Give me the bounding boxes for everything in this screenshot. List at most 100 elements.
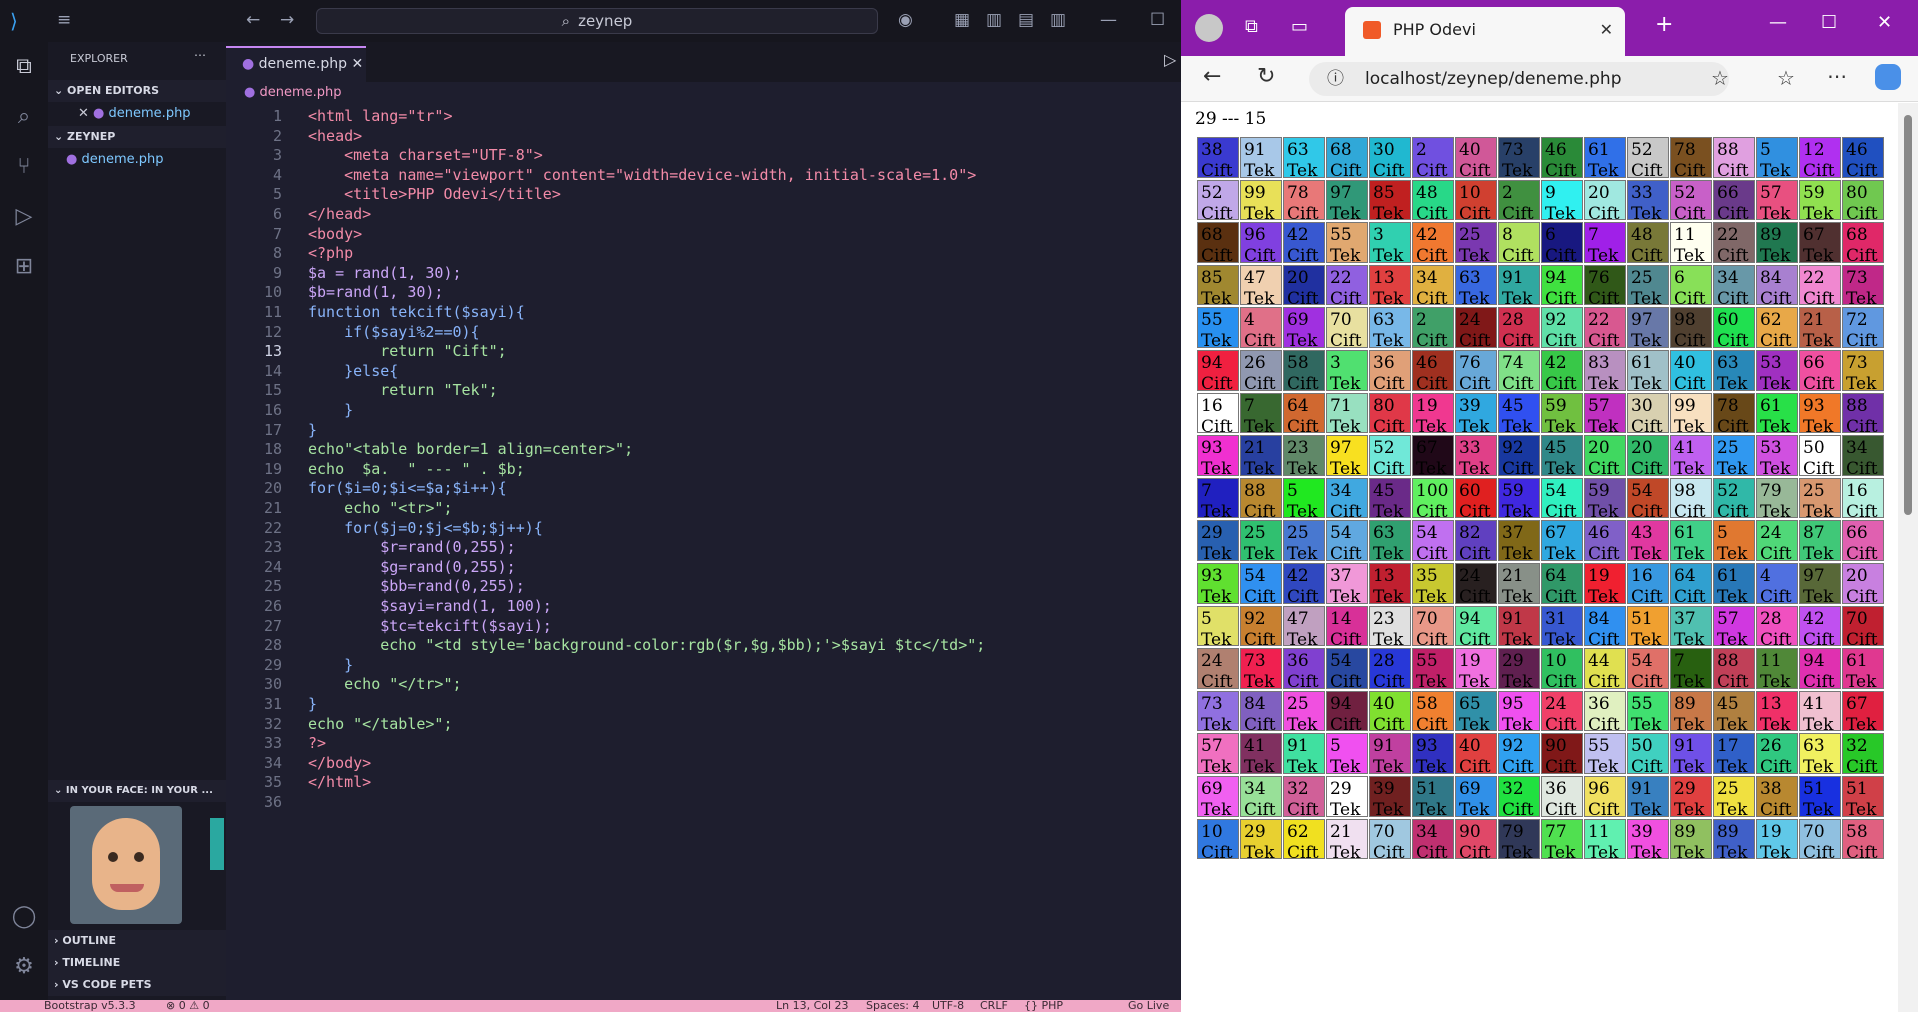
cell-parity: Cift — [1846, 459, 1878, 476]
menu-icon[interactable]: ≡ — [57, 10, 71, 30]
explorer-icon[interactable]: ⧉ — [11, 54, 37, 80]
cell-number: 13 — [1760, 693, 1782, 714]
close-icon[interactable]: ✕ — [351, 56, 363, 72]
table-cell: 57 Tek — [1713, 605, 1755, 647]
copilot-icon[interactable]: ◉ — [898, 10, 913, 30]
workspace-section[interactable]: ⌄ ZEYNEP — [48, 126, 226, 148]
cell-parity: Cift — [1846, 587, 1878, 604]
favorite-star-icon[interactable]: ☆ — [1711, 66, 1729, 90]
table-cell: 40 Cift — [1369, 690, 1411, 732]
cell-parity: Tek — [1330, 246, 1361, 263]
cell-parity: Tek — [1201, 714, 1232, 732]
cell-parity: Cift — [1330, 501, 1362, 519]
cell-number: 87 — [1803, 523, 1825, 544]
toggle-secondary-icon[interactable]: ▥ — [1050, 10, 1066, 30]
cell-parity: Tek — [1373, 501, 1404, 519]
cell-parity: Tek — [1760, 416, 1791, 434]
collections-icon[interactable]: ⧉ — [1245, 16, 1258, 37]
status-eol[interactable]: CRLF — [980, 1000, 1008, 1012]
cell-number: 93 — [1803, 395, 1825, 416]
cell-number: 78 — [1674, 140, 1696, 160]
cell-parity: Tek — [1588, 842, 1619, 860]
close-icon[interactable]: ✕ — [78, 106, 89, 121]
extensions-icon[interactable]: ⊞ — [11, 254, 37, 280]
table-cell: 63 Tek — [1799, 733, 1841, 774]
cell-parity: Cift — [1846, 629, 1878, 647]
status-spaces[interactable]: Spaces: 4 — [866, 1000, 919, 1012]
table-cell: 11 Tek — [1584, 818, 1626, 860]
profile-avatar[interactable] — [1195, 14, 1223, 42]
tab-actions-icon[interactable]: ▭ — [1291, 16, 1308, 37]
maximize-icon[interactable]: ☐ — [1821, 12, 1837, 33]
minimize-icon[interactable]: — — [1769, 12, 1787, 33]
table-cell: 57 Tek — [1584, 392, 1626, 434]
breadcrumb[interactable]: ● deneme.php — [244, 82, 342, 104]
cell-number: 34 — [1717, 267, 1739, 288]
outline-section[interactable]: › OUTLINE — [48, 930, 226, 952]
layout-icon[interactable]: ▦ — [954, 10, 970, 30]
cell-parity: Tek — [1416, 800, 1447, 817]
tab-deneme-php[interactable]: ● deneme.php ✕ — [226, 46, 366, 82]
cell-parity: Cift — [1545, 800, 1577, 817]
status-language[interactable]: {} PHP — [1024, 1000, 1063, 1012]
table-cell: 62 Cift — [1283, 818, 1325, 860]
search-activity-icon[interactable]: ⌕ — [11, 104, 37, 130]
close-tab-icon[interactable]: ✕ — [1600, 7, 1613, 53]
refresh-icon[interactable]: ↻ — [1257, 64, 1275, 89]
cell-number: 55 — [1588, 736, 1610, 757]
status-encoding[interactable]: UTF-8 — [932, 1000, 964, 1012]
close-window-icon[interactable]: ✕ — [1877, 12, 1892, 33]
more-actions-icon[interactable]: ⋯ — [194, 48, 206, 62]
cell-number: 54 — [1631, 480, 1653, 501]
run-icon[interactable]: ▷ — [1164, 50, 1176, 69]
info-icon[interactable]: ⓘ — [1327, 62, 1344, 96]
timeline-section[interactable]: › TIMELINE — [48, 952, 226, 974]
url-bar[interactable]: ⓘ localhost/zeynep/deneme.php — [1309, 62, 1729, 96]
cell-number: 32 — [1287, 779, 1309, 799]
status-go-live[interactable]: Go Live — [1128, 1000, 1169, 1012]
more-icon[interactable]: ⋯ — [1827, 64, 1847, 88]
copilot-icon[interactable] — [1875, 64, 1901, 90]
scrollbar-thumb[interactable] — [1904, 115, 1912, 515]
cell-parity: Tek — [1416, 459, 1447, 476]
back-icon[interactable]: ← — [1203, 64, 1221, 89]
file-tree-item[interactable]: ● deneme.php — [66, 150, 164, 170]
source-control-icon[interactable]: ⑂ — [11, 154, 37, 180]
table-cell: 96 Cift — [1584, 776, 1626, 817]
favorites-icon[interactable]: ☆ — [1777, 66, 1795, 90]
table-cell: 78 Cift — [1713, 392, 1755, 434]
minimize-icon[interactable]: — — [1100, 10, 1117, 30]
table-cell: 16 Cift — [1842, 477, 1884, 519]
account-icon[interactable]: ◯ — [11, 904, 37, 930]
cell-parity: Cift — [1674, 288, 1706, 306]
browser-tab[interactable]: PHP Odevi ✕ — [1345, 7, 1625, 56]
pets-section[interactable]: ⌄ IN YOUR FACE: IN YOUR ... — [48, 780, 226, 802]
forward-arrow-icon[interactable]: → — [280, 10, 294, 30]
settings-gear-icon[interactable]: ⚙ — [11, 954, 37, 980]
cell-parity: Cift — [1502, 459, 1534, 476]
page-scrollbar[interactable] — [1898, 103, 1918, 1012]
command-search-input[interactable]: ⌕ zeynep — [316, 8, 878, 34]
status-bootstrap[interactable]: Bootstrap v5.3.3 — [44, 1000, 136, 1012]
cell-parity: Cift — [1244, 587, 1276, 604]
maximize-icon[interactable]: ☐ — [1150, 10, 1165, 30]
tab-label: deneme.php — [258, 56, 348, 72]
pet-scrollbar[interactable] — [210, 818, 224, 870]
cell-parity: Tek — [1846, 374, 1877, 391]
status-position[interactable]: Ln 13, Col 23 — [776, 1000, 849, 1012]
open-editors-section[interactable]: ⌄ OPEN EDITORS — [48, 80, 226, 102]
run-debug-icon[interactable]: ▷ — [11, 204, 37, 230]
vs-code-pets-section[interactable]: › VS CODE PETS — [48, 974, 226, 996]
cell-number: 51 — [1803, 779, 1825, 799]
status-errors[interactable]: ⊗ 0 ⚠ 0 — [166, 1000, 210, 1012]
table-cell: 68 Cift — [1326, 137, 1368, 178]
back-arrow-icon[interactable]: ← — [246, 10, 260, 30]
open-editor-item[interactable]: ✕ ● deneme.php — [78, 104, 191, 124]
cell-parity: Tek — [1717, 757, 1748, 774]
toggle-sidebar-icon[interactable]: ▥ — [986, 10, 1002, 30]
cell-parity: Tek — [1803, 587, 1834, 604]
toggle-panel-icon[interactable]: ▤ — [1018, 10, 1034, 30]
cell-number: 41 — [1244, 736, 1266, 757]
new-tab-icon[interactable]: + — [1655, 12, 1673, 37]
cell-parity: Cift — [1631, 246, 1663, 263]
